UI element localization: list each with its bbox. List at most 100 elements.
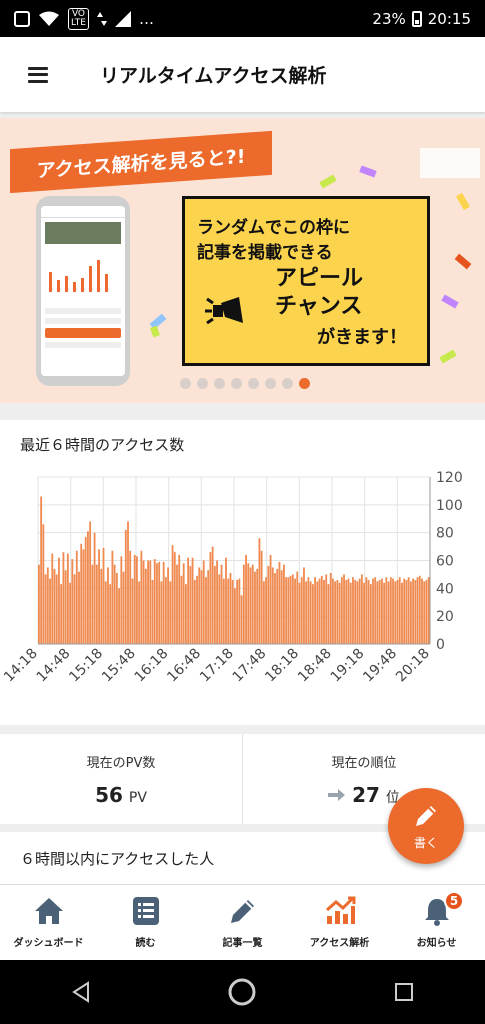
chart-bar <box>122 571 125 644</box>
chart-bar <box>104 581 107 644</box>
chart-bar <box>38 564 40 644</box>
chart-bar <box>332 578 334 644</box>
chart-bar <box>176 564 178 644</box>
carousel-dot[interactable] <box>214 378 225 389</box>
chart-bar <box>245 554 247 644</box>
chart-bar <box>401 582 403 644</box>
carousel-dot[interactable] <box>299 378 310 389</box>
chart-bar <box>356 581 359 644</box>
nav-notifications[interactable]: 5 お知らせ <box>388 885 485 960</box>
chart-bar <box>318 578 321 644</box>
carousel-dot[interactable] <box>180 378 191 389</box>
chart-bar <box>229 573 232 644</box>
y-tick-label: 0 <box>436 637 445 653</box>
chart-bar <box>389 577 392 644</box>
nav-articles[interactable]: 記事一覧 <box>194 885 291 960</box>
chart-bar <box>225 557 227 644</box>
chart-bar <box>91 564 94 644</box>
battery-percent: 23% <box>372 9 406 28</box>
phone-illustration <box>36 196 130 386</box>
chart-bar <box>71 559 74 644</box>
chart-bar <box>98 549 100 644</box>
chart-bar <box>249 567 252 644</box>
chart-bar <box>140 550 143 644</box>
confetti <box>150 325 160 338</box>
chart-bar <box>407 577 410 644</box>
chart-bar <box>231 579 234 644</box>
chart-bar <box>383 582 386 644</box>
chart-bar <box>369 584 372 644</box>
chart-bar <box>107 567 109 644</box>
nav-analytics-label: アクセス解析 <box>309 938 370 949</box>
signal-icon <box>114 10 131 27</box>
chart-bar <box>55 574 58 644</box>
y-tick-label: 120 <box>436 470 463 486</box>
chart-bar <box>409 581 412 644</box>
chart-bar <box>349 582 352 644</box>
home-button[interactable] <box>222 972 262 1012</box>
chart-bar <box>325 574 328 644</box>
x-tick-label: 19:48 <box>360 646 400 686</box>
chart-bar <box>133 554 136 644</box>
back-icon <box>71 981 89 1003</box>
chart-bar <box>307 577 310 644</box>
chart-bar <box>360 574 363 644</box>
chart-bar <box>385 577 388 644</box>
menu-icon[interactable] <box>28 66 48 83</box>
nav-dashboard-label: ダッシュボード <box>13 938 84 949</box>
chart-bar <box>178 554 181 644</box>
chart-bar <box>213 566 216 644</box>
chart-bar <box>256 568 259 644</box>
megaphone-icon <box>205 297 243 325</box>
chart-bar <box>278 561 281 644</box>
carousel-dot[interactable] <box>282 378 293 389</box>
chart-bar <box>84 536 87 644</box>
x-tick-label: 20:18 <box>393 646 433 686</box>
chart-bar <box>345 579 348 644</box>
chart-bar <box>138 581 141 644</box>
back-button[interactable] <box>61 972 101 1012</box>
bubble-line-4: がきます！ <box>317 327 407 348</box>
carousel-dot[interactable] <box>197 378 208 389</box>
rank-label: 現在の順位 <box>331 755 397 771</box>
chart-bar <box>381 578 383 644</box>
carousel-dot[interactable] <box>231 378 242 389</box>
app-notification-icon <box>14 10 30 27</box>
chart-bar <box>378 579 381 644</box>
recents-icon <box>395 983 414 1001</box>
nav-read[interactable]: 読む <box>97 885 194 960</box>
list-icon <box>132 897 159 925</box>
x-tick-label: 16:48 <box>164 646 204 686</box>
chart-bar <box>387 581 390 644</box>
carousel-dot[interactable] <box>248 378 259 389</box>
chart-bar <box>75 550 78 644</box>
chart-bar <box>265 577 268 644</box>
chart-bar <box>222 578 225 644</box>
nav-dashboard[interactable]: ダッシュボード <box>0 885 97 960</box>
chart-bar <box>180 575 183 644</box>
chart-bar <box>421 578 423 644</box>
carousel-dot[interactable] <box>265 378 276 389</box>
chart-bar <box>207 570 210 644</box>
chart-bar <box>73 574 76 644</box>
chart-bar <box>242 564 245 644</box>
promo-banner[interactable]: アクセス解析を見ると?! ランダムでこの枠に 記事を掲載できる アピール チャン… <box>0 118 485 403</box>
chart-bar <box>363 582 366 644</box>
chart-bar <box>80 543 83 644</box>
chart-bar <box>323 579 325 644</box>
recents-button[interactable] <box>384 972 424 1012</box>
chart-bar <box>414 579 417 644</box>
chart-bar <box>160 581 163 644</box>
chart-bar <box>254 571 256 644</box>
write-button[interactable]: 書く <box>388 788 464 864</box>
chart-bar <box>144 568 147 644</box>
speech-bubble: ランダムでこの枠に 記事を掲載できる アピール チャンス がきます！ <box>182 196 430 366</box>
chart-bar <box>260 550 263 644</box>
chart-bar <box>169 581 172 644</box>
chart-bar <box>374 577 377 644</box>
nav-analytics[interactable]: アクセス解析 <box>291 885 388 960</box>
x-tick-label: 15:18 <box>66 646 106 686</box>
x-tick-label: 14:48 <box>34 646 74 686</box>
pencil-icon <box>416 805 436 826</box>
chart-bar <box>89 521 92 644</box>
